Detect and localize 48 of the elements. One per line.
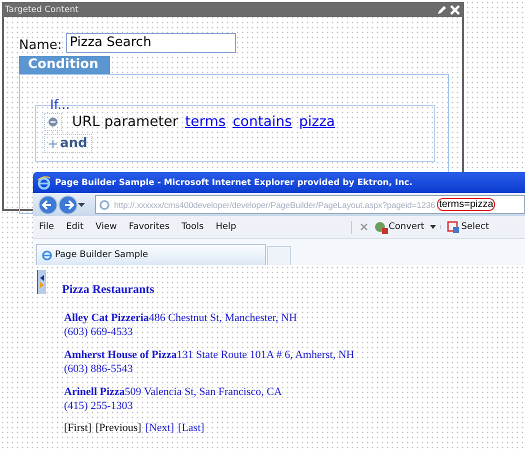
convert-button[interactable]: Convert (374, 220, 424, 234)
pager-label: [Previous] (96, 422, 142, 434)
menu-item[interactable]: Tools (182, 222, 204, 232)
phone-number: (603) 669-4533 (64, 325, 134, 339)
rule-link[interactable]: contains (232, 114, 292, 130)
browser-title: Page Builder Sample - Microsoft Internet Explorer provided by Ektron, Inc. (55, 178, 413, 188)
rule-link[interactable]: pizza (298, 114, 336, 130)
pager-label: [First] (64, 422, 92, 434)
rule-field-label: URL parameter (72, 114, 178, 130)
convert-icon (374, 220, 388, 234)
add-and-button[interactable]: and (44, 134, 92, 153)
results-heading: Pizza Restaurants (62, 282, 156, 297)
browser-logo-icon (41, 249, 53, 261)
if-label: If... (50, 98, 70, 113)
menu-item[interactable]: Edit (66, 222, 84, 232)
pager-link[interactable]: [Next] (145, 422, 174, 434)
dropdown-caret-icon[interactable] (430, 225, 436, 229)
plus-icon (49, 140, 57, 148)
forward-button[interactable] (58, 194, 78, 214)
close-icon[interactable] (360, 223, 368, 231)
menu-item[interactable]: View (96, 222, 117, 232)
arrows-icon (39, 273, 45, 291)
pager-link[interactable]: [Last] (178, 422, 204, 434)
pencil-icon[interactable] (437, 4, 447, 14)
browser-logo-icon (37, 176, 51, 190)
restaurant-listing: Amherst House of Pizza131 State Route 101A # 6, Amherst, NH (64, 348, 354, 362)
restaurant-listing: Alley Cat Pizzeria486 Chestnut St, Manchester, NH (64, 311, 298, 325)
menu-item[interactable]: Help (216, 222, 236, 232)
address-field[interactable]: http://.xxxxxx/cms400developer/developer/PageBuilder/PageLayout.aspx?pageid=1236 terms=pizza (95, 195, 525, 214)
minus-circle-icon (48, 117, 58, 127)
rule-link[interactable]: terms (185, 114, 226, 130)
select-icon (447, 220, 460, 234)
back-button[interactable] (38, 194, 58, 214)
remove-button[interactable] (44, 113, 62, 131)
select-button[interactable]: Select (447, 220, 489, 234)
name-field[interactable]: Pizza Search (66, 32, 236, 52)
phone-number: (415) 255-1303 (64, 399, 134, 413)
panel-toggle-button[interactable] (37, 270, 46, 294)
restaurant-listing: Arinell Pizza509 Valencia St, San Francisco, CA (64, 385, 283, 399)
browser-tab[interactable]: Page Builder Sample (36, 244, 266, 265)
url-text: http://.xxxxxx/cms400developer/developer/PageBuilder/PageLayout.aspx?pageid=1236 (114, 200, 436, 210)
dialog-title: Targeted Content (5, 4, 78, 14)
name-label: Name: (19, 38, 62, 53)
dropdown-caret-icon[interactable] (78, 202, 85, 206)
highlighted-url-parameter: terms=pizza (437, 198, 496, 211)
menu-item[interactable]: Favorites (128, 222, 170, 232)
phone-number: (603) 886-5543 (64, 362, 134, 376)
menu-item[interactable]: File (39, 222, 54, 232)
